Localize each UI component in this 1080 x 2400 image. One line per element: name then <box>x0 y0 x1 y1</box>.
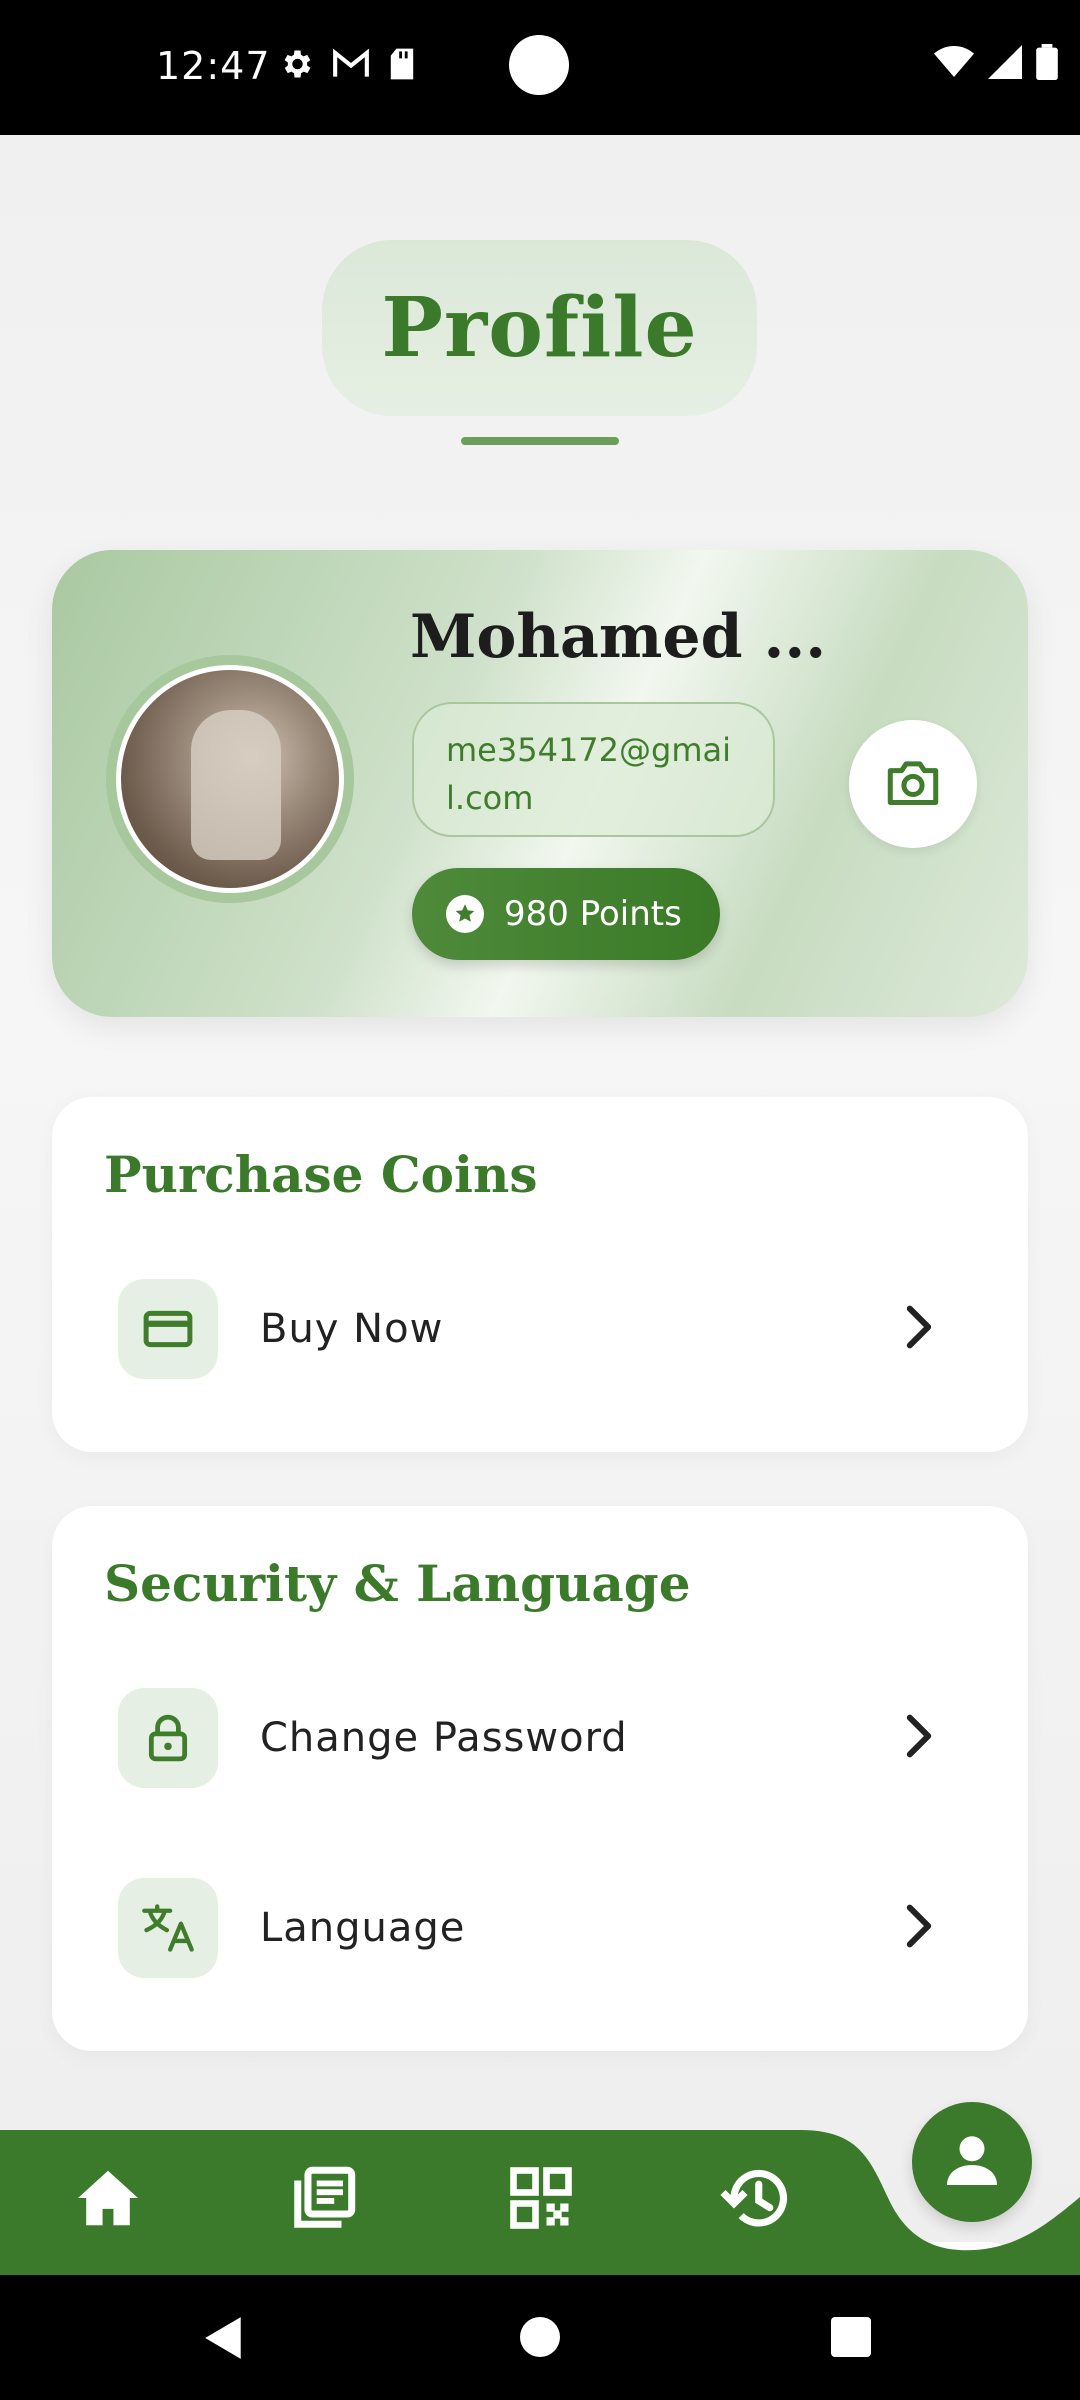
page-title: Profile <box>381 280 698 376</box>
gear-icon <box>278 46 314 86</box>
change-password-label: Change Password <box>260 1715 628 1761</box>
back-icon[interactable] <box>203 2315 245 2365</box>
email-badge: me354172@gmail.com <box>412 702 775 837</box>
points-label: 980 Points <box>504 894 682 934</box>
profile-card: Mohamed ... me354172@gmail.com 980 Point… <box>52 550 1028 1017</box>
purchase-coins-card: Purchase Coins Buy Now <box>52 1097 1028 1452</box>
nav-home[interactable] <box>68 2160 148 2240</box>
nav-qr-code[interactable] <box>501 2160 581 2240</box>
avatar[interactable] <box>116 665 344 893</box>
wifi-icon <box>934 45 974 83</box>
recents-icon[interactable] <box>831 2317 871 2361</box>
home-icon <box>75 2168 141 2232</box>
sd-card-icon <box>388 47 416 85</box>
front-camera <box>509 35 569 95</box>
chevron-right-icon <box>902 1304 936 1354</box>
language-row[interactable]: Language <box>52 1878 1028 1978</box>
status-time: 12:47 <box>156 44 271 88</box>
avatar-ring[interactable] <box>106 655 354 903</box>
change-photo-button[interactable] <box>849 720 977 848</box>
history-icon <box>720 2165 792 2235</box>
news-icon <box>289 2163 359 2237</box>
qr-code-icon <box>508 2165 574 2235</box>
title-underline <box>461 437 619 445</box>
profile-screen: Profile Mohamed ... me354172@gmail.com 9… <box>0 135 1080 2322</box>
purchase-coins-title: Purchase Coins <box>104 1145 538 1204</box>
person-icon <box>942 2130 1002 2194</box>
status-icons-left <box>278 46 416 86</box>
page-title-pill: Profile <box>322 240 757 416</box>
gmail-icon <box>332 48 370 84</box>
system-nav-bar <box>0 2275 1080 2400</box>
signal-icon <box>988 45 1022 83</box>
status-icons-right <box>934 44 1058 84</box>
status-bar: 12:47 <box>0 0 1080 135</box>
change-password-row[interactable]: Change Password <box>52 1688 1028 1788</box>
battery-icon <box>1036 44 1058 84</box>
camera-icon <box>885 757 941 811</box>
nav-history[interactable] <box>716 2160 796 2240</box>
translate-icon <box>118 1878 218 1978</box>
language-label: Language <box>260 1905 466 1951</box>
avatar-photo <box>191 710 281 860</box>
nav-profile[interactable] <box>912 2102 1032 2222</box>
credit-card-icon <box>118 1279 218 1379</box>
security-language-title: Security & Language <box>104 1554 691 1613</box>
buy-now-row[interactable]: Buy Now <box>52 1279 1028 1379</box>
home-circle-icon[interactable] <box>520 2317 560 2361</box>
chevron-right-icon <box>902 1713 936 1763</box>
lock-icon <box>118 1688 218 1788</box>
chevron-right-icon <box>902 1903 936 1953</box>
security-language-card: Security & Language Change Password Lang… <box>52 1506 1028 2051</box>
nav-news[interactable] <box>284 2160 364 2240</box>
points-button[interactable]: 980 Points <box>412 868 720 960</box>
star-icon <box>446 895 484 933</box>
user-name: Mohamed ... <box>410 602 827 672</box>
buy-now-label: Buy Now <box>260 1306 444 1352</box>
